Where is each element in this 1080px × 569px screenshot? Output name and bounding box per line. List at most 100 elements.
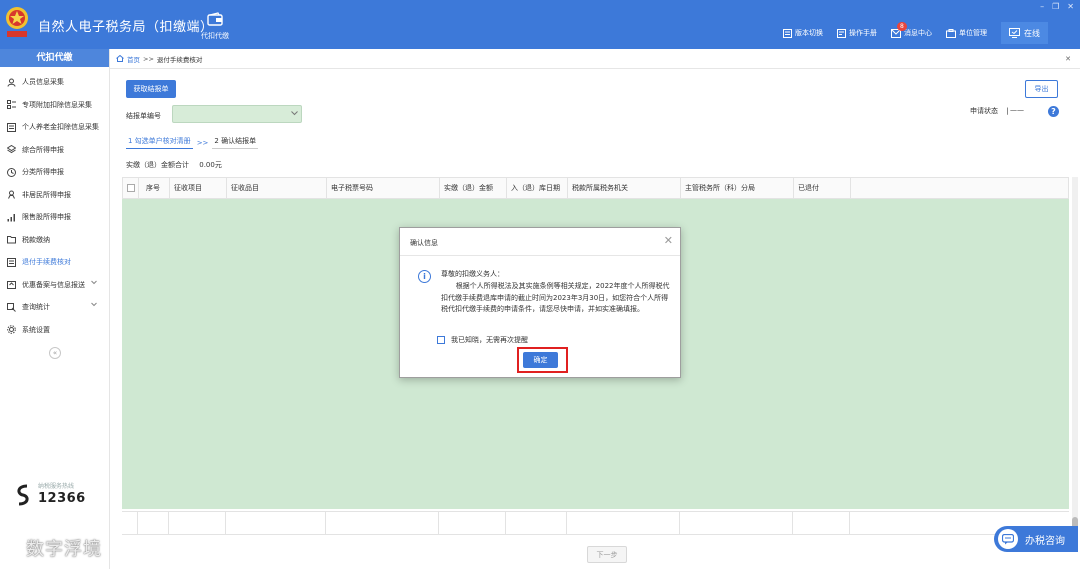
sidebar-item-special-deduction[interactable]: 专项附加扣除信息采集 [0, 94, 109, 117]
col-ticket-no: 电子税票号码 [327, 178, 440, 199]
settlement-no-select[interactable] [172, 105, 302, 123]
sidebar-item-fee-refund[interactable]: 退付手续费核对 [0, 251, 109, 274]
chevron-down-icon [91, 280, 97, 284]
module-withholding[interactable]: 代扣代缴 [198, 12, 232, 41]
apply-status-value: —— [1010, 106, 1024, 114]
tax-emblem-icon [6, 7, 28, 37]
step-arrow: >> [196, 138, 209, 147]
col-levy-category: 征收品目 [227, 178, 327, 199]
manual-icon [837, 28, 846, 38]
col-competent-office: 主管税务所（科）分局 [681, 178, 794, 199]
close-tab-icon[interactable]: ✕ [1065, 55, 1071, 63]
person-outline-icon [8, 190, 15, 199]
watermark: 数字浮境 [26, 539, 102, 560]
select-all-cell [123, 178, 139, 199]
info-icon: i [418, 270, 431, 283]
help-icon[interactable]: ? [1048, 106, 1059, 117]
sidebar-item-person-info[interactable]: 人员信息采集 [0, 71, 109, 94]
total-amount: 实缴（退）金额合计 0.00元 [126, 160, 222, 170]
table-header: 序号 征收项目 征收品目 电子税票号码 实缴（退）金额 入（退）库日期 税款所属… [122, 177, 1069, 199]
dialog-message: 根据个人所得税法及其实施条例等相关规定，2022年度个人所得税代扣代缴手续费退库… [441, 282, 670, 313]
message-center-button[interactable]: 8 消息中心 [891, 22, 932, 38]
org-manage-button[interactable]: 单位管理 [946, 28, 987, 38]
chat-icon [998, 529, 1018, 549]
apply-status-label: 申请状态 | [970, 107, 1009, 115]
dont-remind-option[interactable]: 我已知晓，无需再次提醒 [437, 335, 528, 345]
hotline-caption: 纳税服务热线 [38, 483, 75, 490]
window-close-icon[interactable]: ✕ [1067, 2, 1074, 11]
dont-remind-checkbox[interactable] [437, 336, 445, 344]
sidebar-item-comprehensive[interactable]: 综合所得申报 [0, 139, 109, 162]
sidebar-item-pension[interactable]: 个人养老金扣除信息采集 [0, 116, 109, 139]
step-confirm-settlement[interactable]: 2 确认结报单 [212, 136, 259, 149]
col-seq: 序号 [139, 178, 170, 199]
confirm-dialog: 确认信息 ✕ i 尊敬的扣缴义务人： 根据个人所得税法及其实施条例等相关规定，2… [399, 227, 681, 378]
breadcrumb-separator: >> [143, 54, 154, 63]
col-tax-authority: 税款所属税务机关 [568, 178, 681, 199]
message-badge: 8 [897, 22, 907, 31]
total-amount-label: 实缴（退）金额合计 [126, 161, 189, 169]
status-divider: | [1006, 107, 1009, 115]
fetch-settlement-button[interactable]: 获取结报单 [126, 80, 176, 98]
upload-icon [7, 281, 16, 290]
search-icon [7, 302, 16, 312]
breadcrumb: 首页 >> 退付手续费核对 ✕ [110, 49, 1080, 69]
dialog-header: 确认信息 ✕ [400, 228, 680, 256]
sidebar-item-nonresident[interactable]: 非居民所得申报 [0, 184, 109, 207]
settlement-no-label: 结报单编号 [126, 112, 161, 120]
col-levy-item: 征收项目 [170, 178, 227, 199]
manual-button[interactable]: 操作手册 [837, 28, 877, 38]
sidebar-item-restricted-stock[interactable]: 限售股所得申报 [0, 206, 109, 229]
sidebar-item-settings[interactable]: 系统设置 [0, 319, 109, 342]
col-date: 入（退）库日期 [507, 178, 568, 199]
window-controls: – ❐ ✕ [1040, 2, 1074, 11]
module-label: 代扣代缴 [201, 32, 229, 40]
top-header: 自然人电子税务局（扣缴端） 代扣代缴 – ❐ ✕ 版本切换 操作手册 8 消息中… [0, 0, 1080, 49]
sidebar-item-classified[interactable]: 分类所得申报 [0, 161, 109, 184]
sidebar-title: 代扣代缴 [0, 49, 109, 67]
gear-icon [7, 325, 16, 335]
sidebar-nav: 人员信息采集 专项附加扣除信息采集 个人养老金扣除信息采集 综合所得申报 分类所… [0, 67, 109, 341]
chevron-down-icon [91, 302, 97, 307]
wallet-icon [207, 12, 223, 26]
doc-icon [7, 122, 16, 132]
next-step-button[interactable]: 下一步 [587, 546, 627, 563]
restore-icon[interactable]: ❐ [1052, 2, 1059, 11]
sidebar-item-preferential[interactable]: 优惠备案与信息报送 [0, 274, 109, 297]
tax-consult-button[interactable]: 办税咨询 [994, 526, 1078, 552]
home-icon [116, 55, 124, 62]
sidebar-item-tax-payment[interactable]: 税款缴纳 [0, 229, 109, 252]
chart-icon [7, 213, 15, 222]
breadcrumb-current: 退付手续费核对 [156, 55, 203, 64]
vertical-scrollbar[interactable] [1072, 177, 1078, 537]
list-icon [7, 100, 16, 110]
export-button[interactable]: 导出 [1025, 80, 1058, 98]
sidebar-item-query[interactable]: 查询统计 [0, 296, 109, 319]
hotline-logo-icon [17, 484, 29, 506]
version-icon [783, 28, 792, 38]
header-actions: 版本切换 操作手册 8 消息中心 单位管理 在线 [769, 22, 1048, 44]
step-indicator: 1 勾选单户核对清册 >> 2 确认结报单 [126, 136, 259, 149]
folder-icon [7, 236, 16, 244]
step-check-list[interactable]: 1 勾选单户核对清册 [126, 136, 193, 149]
table-summary-row [122, 511, 1069, 535]
col-refunded: 已退付 [794, 178, 851, 199]
person-icon [7, 78, 16, 87]
version-switch-button[interactable]: 版本切换 [783, 28, 823, 38]
dont-remind-label: 我已知晓，无需再次提醒 [451, 336, 528, 344]
hotline-number: 12366 [38, 491, 86, 506]
breadcrumb-home[interactable]: 首页 [127, 54, 140, 64]
online-status-button[interactable]: 在线 [1001, 22, 1048, 44]
sidebar-collapse-button[interactable]: « [49, 347, 61, 359]
chevron-down-icon [291, 111, 298, 116]
dialog-title: 确认信息 [410, 239, 438, 247]
select-all-checkbox[interactable] [127, 184, 135, 192]
minimize-icon[interactable]: – [1040, 2, 1044, 11]
hotline: 纳税服务热线 12366 [10, 478, 110, 518]
layers-icon [7, 145, 16, 154]
monitor-icon [1009, 28, 1020, 38]
confirm-button[interactable]: 确定 [523, 352, 558, 368]
dialog-close-icon[interactable]: ✕ [664, 234, 673, 247]
col-amount: 实缴（退）金额 [440, 178, 507, 199]
clock-icon [7, 167, 16, 177]
